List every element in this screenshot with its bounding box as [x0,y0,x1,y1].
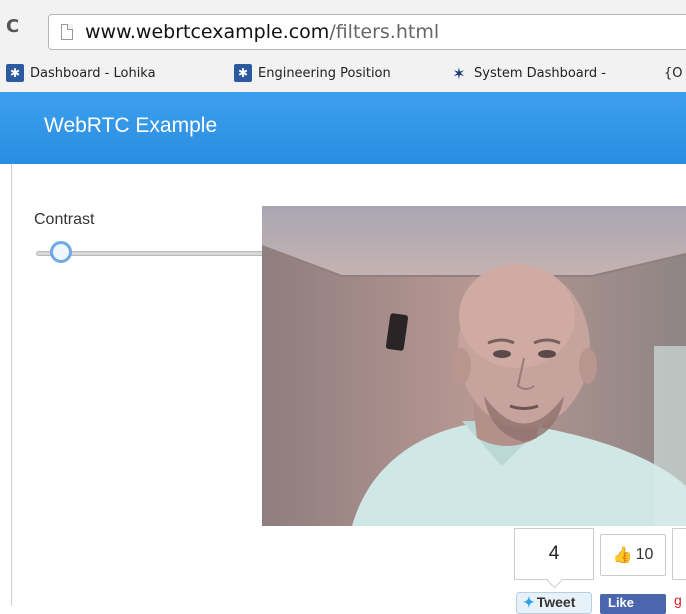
contrast-label: Contrast [34,211,95,228]
contrast-slider-thumb[interactable] [50,241,72,263]
twitter-bird-icon: ✦ [523,594,535,610]
bookmark-label: {O [664,65,683,81]
like-count-bubble: 👍 10 [600,534,666,576]
url-path: /filters.html [329,21,440,43]
bookmark-dashboard-lohika[interactable]: ✱ Dashboard - Lohika [6,60,156,86]
url-host: www.webrtcexample.com [85,21,330,43]
google-plus-icon[interactable]: g [674,592,686,612]
thumbs-up-icon: 👍 [612,547,633,564]
page-icon [61,24,73,40]
address-bar[interactable]: www.webrtcexample.com/filters.html [48,14,686,50]
navbar: WebRTC Example [0,92,686,164]
bookmark-label: Engineering Position [258,65,391,81]
like-count: 10 [635,546,654,563]
content-border [11,164,12,606]
brand-title[interactable]: WebRTC Example [44,114,217,138]
webcam-frame [262,206,686,526]
bookmark-label: System Dashboard - [474,65,606,81]
bookmark-system-dashboard[interactable]: ✶ System Dashboard - [450,60,606,86]
tweet-count-bubble: 4 [514,528,594,580]
browser-chrome: C www.webrtcexample.com/filters.html ✱ D… [0,0,686,93]
share-count-bubble [672,528,686,580]
bookmarks-bar: ✱ Dashboard - Lohika ✱ Engineering Posit… [0,60,686,86]
bookmark-overflow[interactable]: {O [664,60,683,86]
reload-icon[interactable]: C [6,18,24,36]
webcam-video [262,206,686,526]
lohika-icon: ✱ [234,64,252,82]
tweet-button[interactable]: ✦ Tweet [516,592,592,614]
fb-like-label: Like [608,595,635,610]
bookmark-label: Dashboard - Lohika [30,65,156,81]
tweet-label: Tweet [536,594,576,610]
url-text[interactable]: www.webrtcexample.com/filters.html [85,21,439,43]
facebook-like-button[interactable]: Like [600,594,666,614]
bookmark-engineering-position[interactable]: ✱ Engineering Position [234,60,391,86]
jira-icon: ✶ [452,63,466,83]
lohika-icon: ✱ [6,64,24,82]
